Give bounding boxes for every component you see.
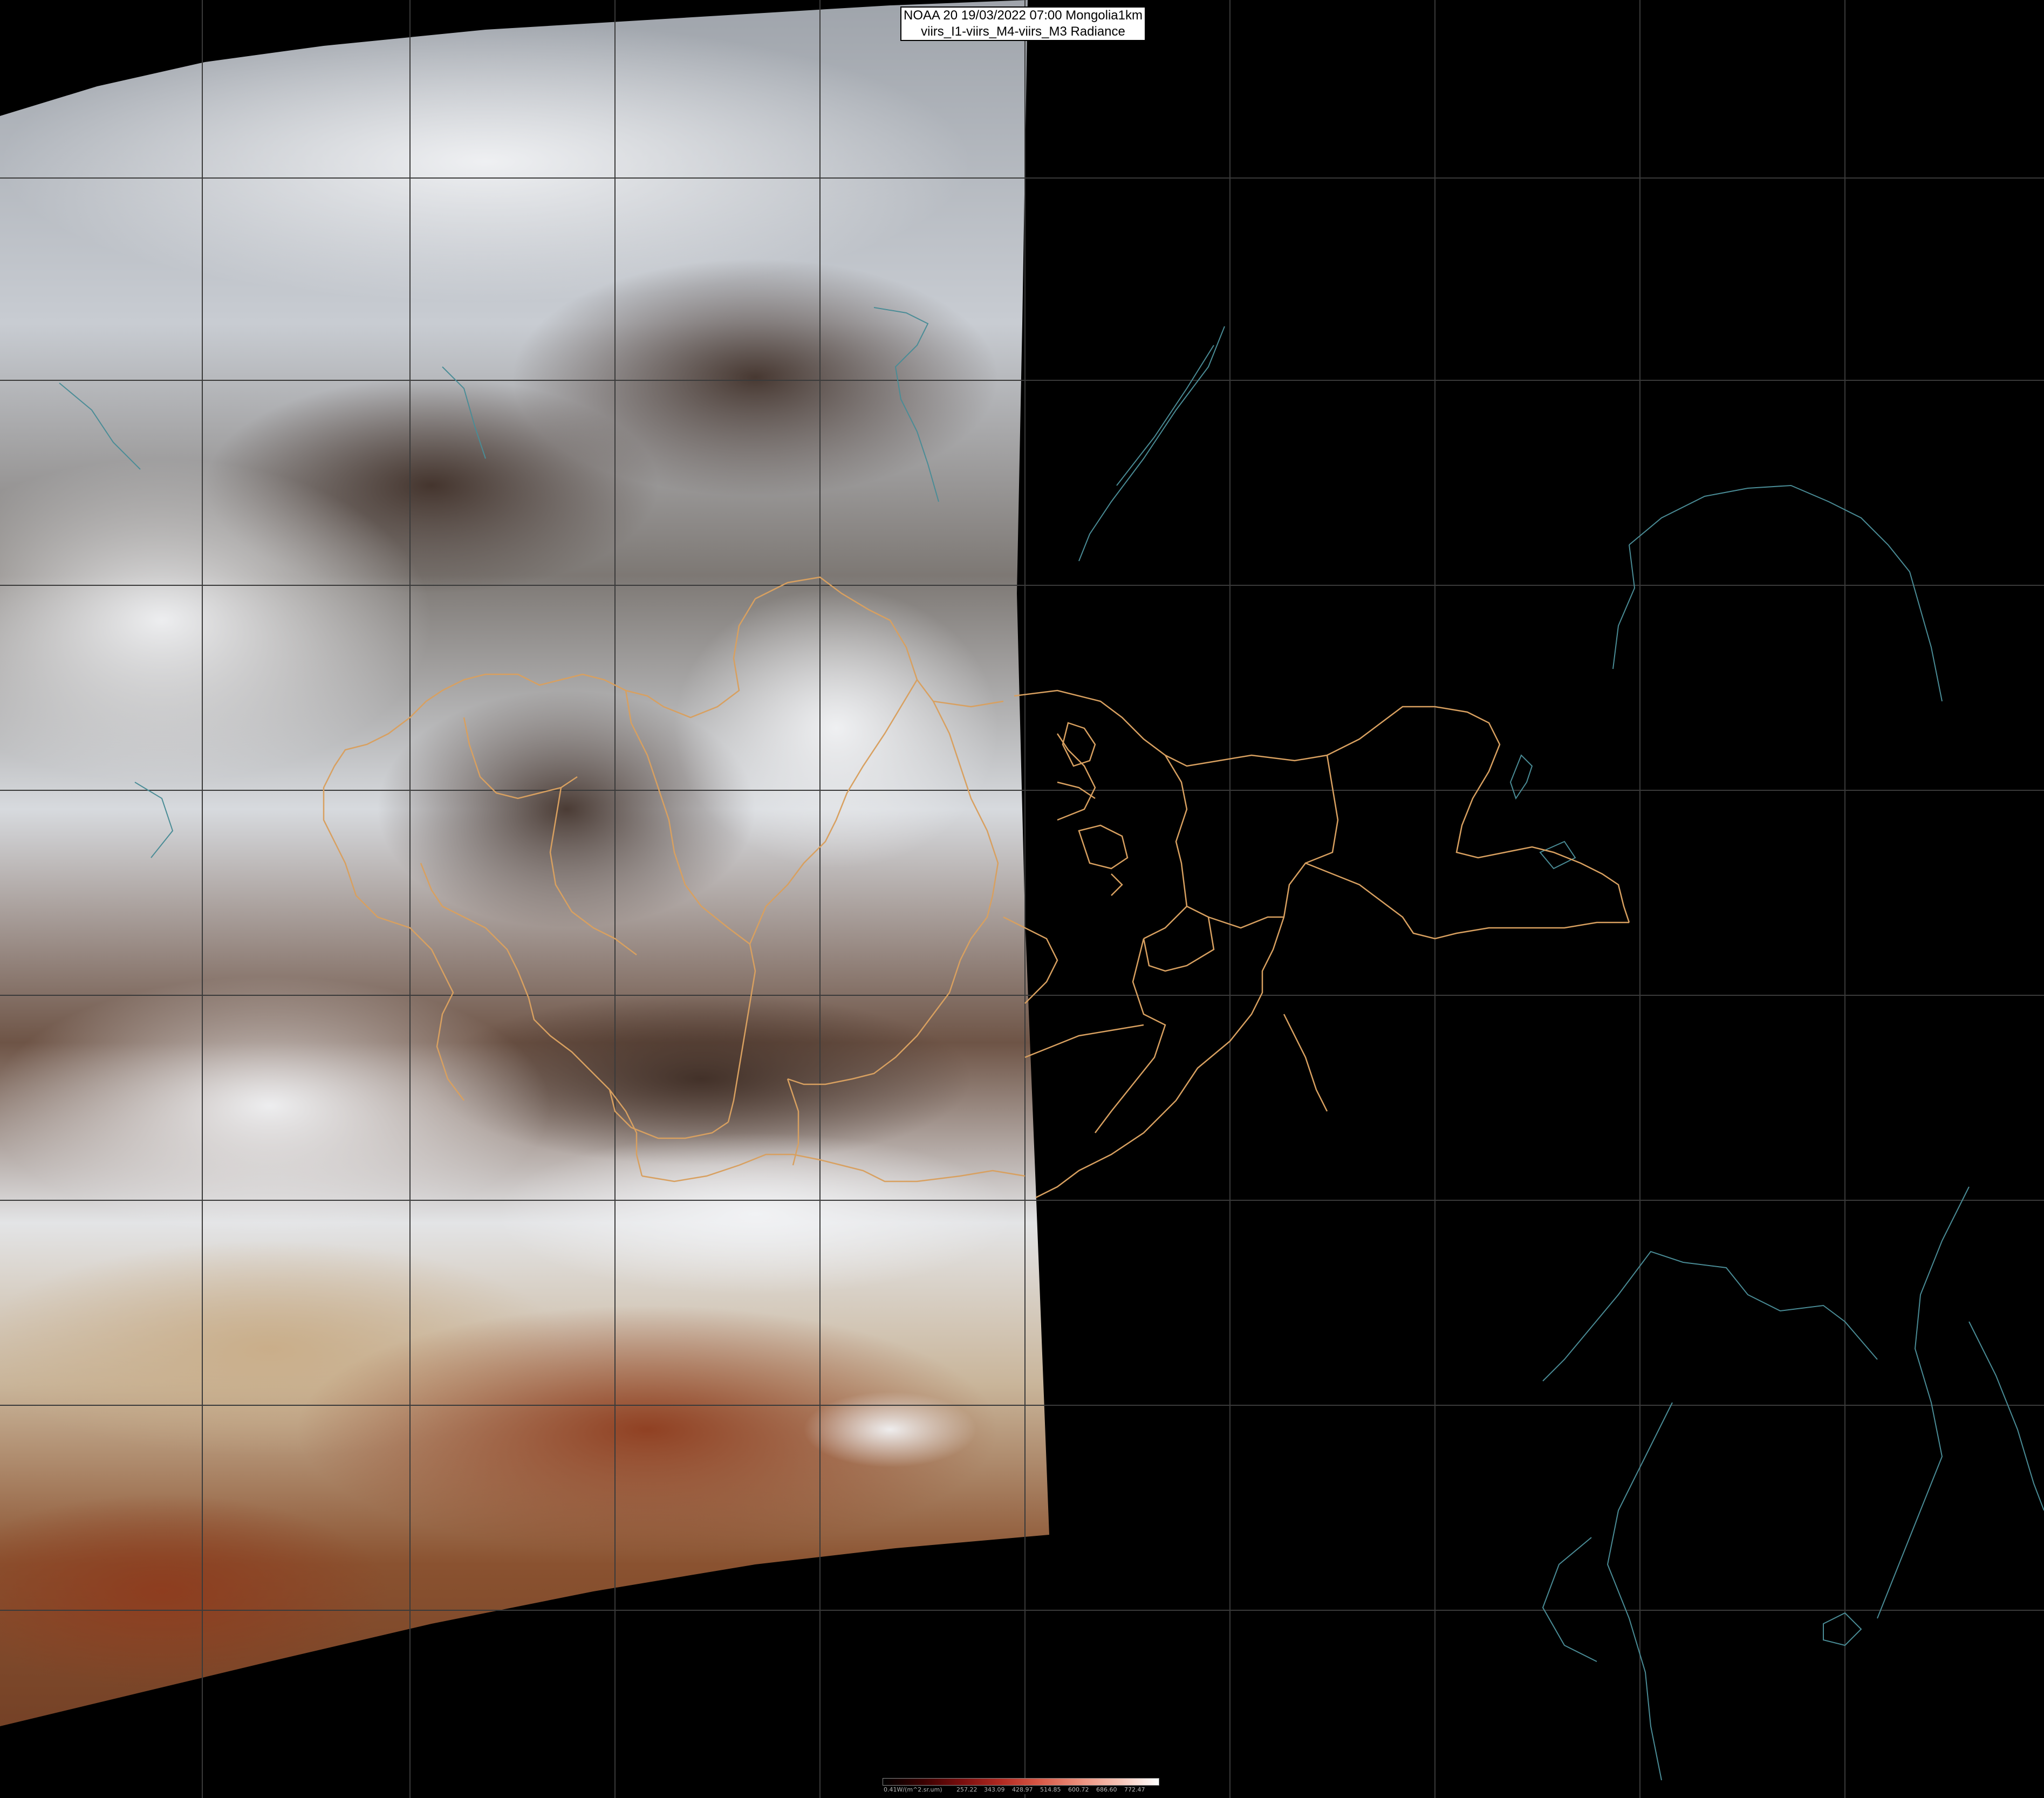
band-composite-subtitle: viirs_I1-viirs_M4-viirs_M3 Radiance bbox=[921, 24, 1125, 39]
colorbar-labels: 0.41W/(m^2.sr.um) 257.22 343.09 428.97 5… bbox=[883, 1786, 1159, 1794]
colorbar-tick: 257.22 bbox=[956, 1786, 977, 1793]
colorbar-unit-label: 0.41W/(m^2.sr.um) bbox=[884, 1786, 942, 1793]
colorbar-tick: 686.60 bbox=[1096, 1786, 1117, 1793]
colorbar-tick: 772.47 bbox=[1124, 1786, 1145, 1793]
colorbar-legend: 0.41W/(m^2.sr.um) 257.22 343.09 428.97 5… bbox=[883, 1778, 1159, 1794]
satellite-pass-title: NOAA 20 19/03/2022 07:00 Mongolia1km bbox=[904, 8, 1143, 23]
map-canvas bbox=[0, 0, 2044, 1798]
map-title-box: NOAA 20 19/03/2022 07:00 Mongolia1km vii… bbox=[900, 6, 1146, 41]
colorbar-tick: 343.09 bbox=[984, 1786, 1005, 1793]
colorbar-tick: 428.97 bbox=[1012, 1786, 1033, 1793]
colorbar-tick: 514.85 bbox=[1040, 1786, 1061, 1793]
satellite-swath bbox=[0, 0, 1049, 1726]
colorbar-gradient bbox=[883, 1778, 1159, 1786]
colorbar-tick: 600.72 bbox=[1068, 1786, 1089, 1793]
